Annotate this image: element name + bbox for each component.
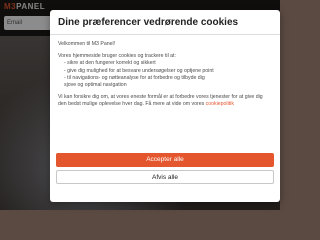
purpose-item: - give dig mulighed for at besvare under… [64, 67, 214, 74]
cookie-policy-link[interactable]: cookiepolitik [206, 101, 234, 107]
purpose-item: - til navigations- og nøtteanalyse for a… [64, 74, 205, 81]
purpose-item: sjove og optimal navigation [64, 82, 127, 89]
accept-all-button[interactable]: Accepter alle [56, 153, 274, 167]
purpose-item: - sikre at den fungerer korrekt og sikke… [64, 60, 156, 67]
dialog-title: Dine præferencer vedrørende cookies [50, 10, 280, 35]
intro-text: Vores hjemmeside bruger cookies og track… [58, 53, 176, 60]
cookie-dialog: Dine præferencer vedrørende cookies Velk… [50, 10, 280, 202]
greeting-text: Velkommen til M3 Panel! [58, 41, 116, 47]
outro-text: Vi kan forsikre dig om, at vores eneste … [58, 94, 272, 108]
dialog-body: Velkommen til M3 Panel! Vores hjemmeside… [50, 35, 280, 109]
purpose-list: - sikre at den fungerer korrekt og sikke… [58, 60, 272, 89]
reject-all-button[interactable]: Afvis alle [56, 170, 274, 184]
